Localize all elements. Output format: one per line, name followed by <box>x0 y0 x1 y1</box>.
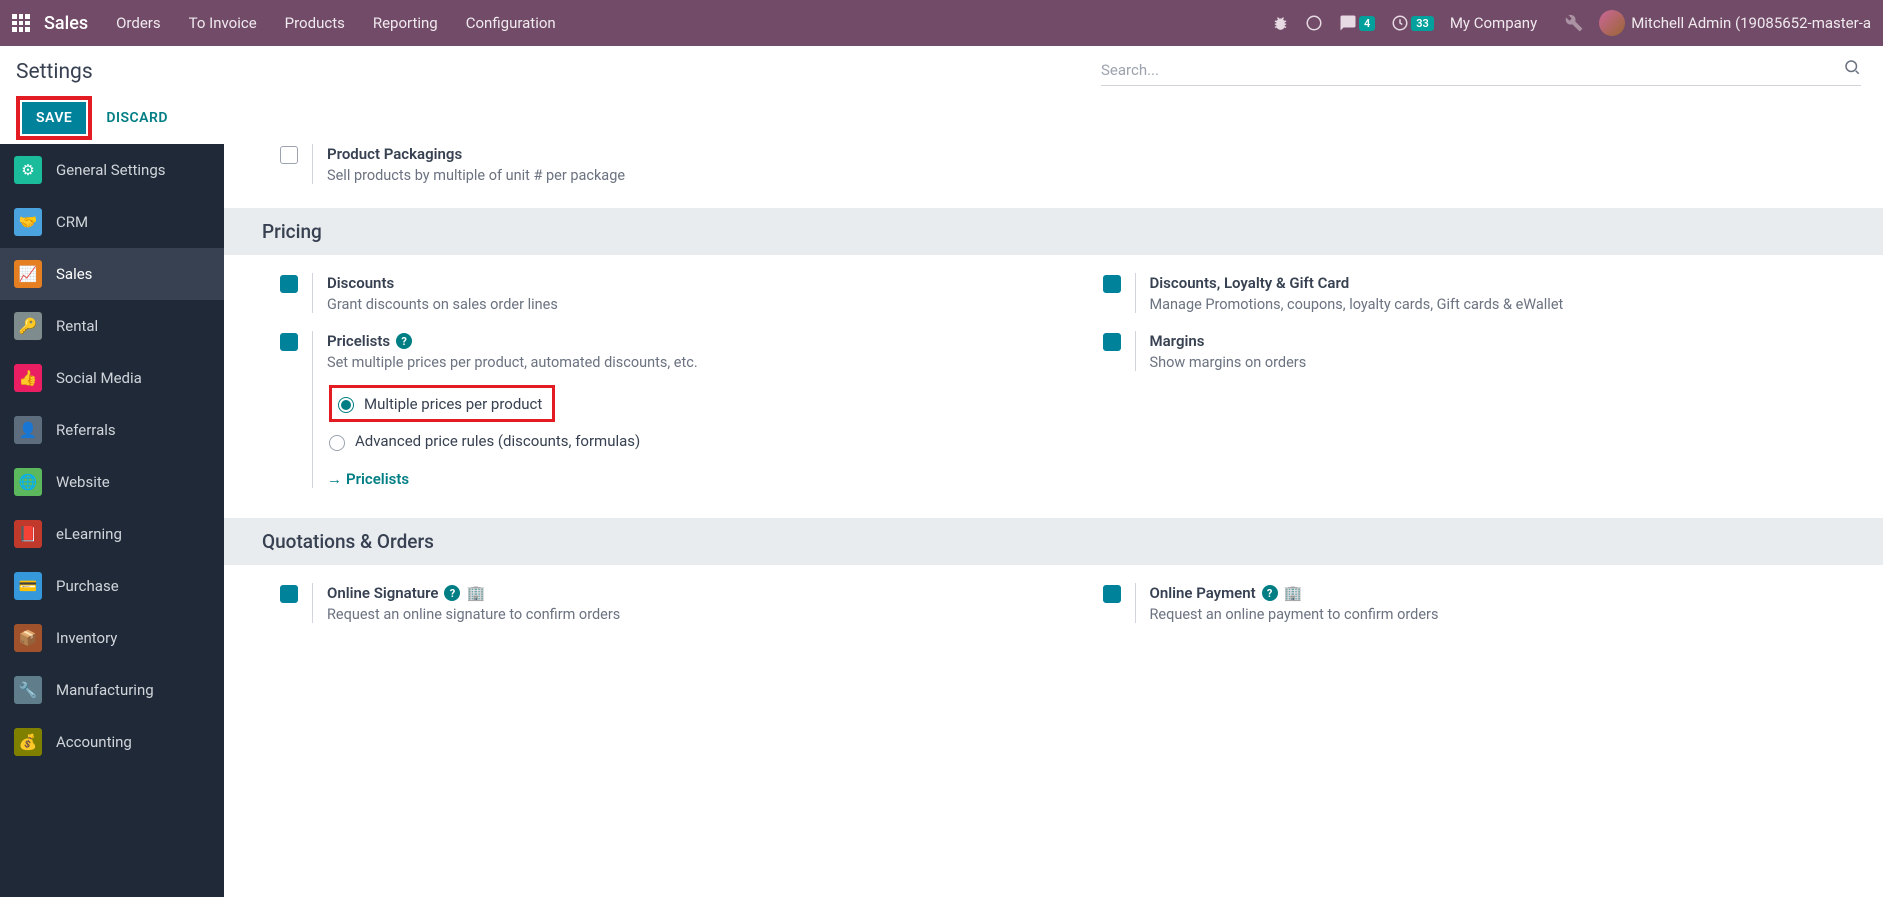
tools-icon[interactable] <box>1565 14 1583 32</box>
checkbox-packagings[interactable] <box>280 146 298 164</box>
setting-loyalty: Discounts, Loyalty & Gift Card Manage Pr… <box>1103 273 1846 313</box>
sidebar-item-sales[interactable]: 📈Sales <box>0 248 224 300</box>
control-panel: Settings SAVE DISCARD <box>0 46 1883 144</box>
sidebar-item-elearning[interactable]: 📕eLearning <box>0 508 224 560</box>
nav-products[interactable]: Products <box>285 14 345 32</box>
avatar <box>1599 10 1625 36</box>
sidebar-item-inventory[interactable]: 📦Inventory <box>0 612 224 664</box>
pricelists-link[interactable]: → Pricelists <box>327 470 409 488</box>
card-icon: 💳 <box>14 572 42 600</box>
checkbox-pricelists[interactable] <box>280 333 298 351</box>
globe-icon: 🌐 <box>14 468 42 496</box>
checkbox-discounts[interactable] <box>280 275 298 293</box>
sidebar-item-rental[interactable]: 🔑Rental <box>0 300 224 352</box>
setting-title: Product Packagings <box>327 145 462 163</box>
bug-icon[interactable] <box>1272 15 1289 32</box>
discard-button[interactable]: DISCARD <box>102 102 172 134</box>
section-quotations: Quotations & Orders <box>224 518 1883 565</box>
setting-packagings: Product Packagings Sell products by mult… <box>280 144 1845 184</box>
search-icon[interactable] <box>1843 58 1861 81</box>
nav-to-invoice[interactable]: To Invoice <box>189 14 257 32</box>
checkbox-online-payment[interactable] <box>1103 585 1121 603</box>
support-icon[interactable] <box>1305 14 1323 32</box>
setting-online-payment: Online Payment ? 🏢 Request an online pay… <box>1103 583 1846 623</box>
radio-advanced-rules[interactable] <box>329 435 345 451</box>
person-icon: 👤 <box>14 416 42 444</box>
clock-icon[interactable]: 33 <box>1391 14 1434 32</box>
chat-badge: 4 <box>1359 16 1375 31</box>
checkbox-online-signature[interactable] <box>280 585 298 603</box>
page-title: Settings <box>16 60 93 84</box>
money-icon: 💰 <box>14 728 42 756</box>
arrow-right-icon: → <box>327 470 342 488</box>
setting-desc: Sell products by multiple of unit # per … <box>327 167 1845 184</box>
checkbox-margins[interactable] <box>1103 333 1121 351</box>
wrench-icon: 🔧 <box>14 676 42 704</box>
setting-discounts: Discounts Grant discounts on sales order… <box>280 273 1023 313</box>
sidebar-item-manufacturing[interactable]: 🔧Manufacturing <box>0 664 224 716</box>
setting-online-signature: Online Signature ? 🏢 Request an online s… <box>280 583 1023 623</box>
checkbox-loyalty[interactable] <box>1103 275 1121 293</box>
save-highlight: SAVE <box>16 96 92 140</box>
setting-pricelists: Pricelists ? Set multiple prices per pro… <box>280 331 1023 488</box>
sidebar-item-website[interactable]: 🌐Website <box>0 456 224 508</box>
book-icon: 📕 <box>14 520 42 548</box>
help-icon[interactable]: ? <box>1262 585 1278 601</box>
sidebar-item-social[interactable]: 👍Social Media <box>0 352 224 404</box>
sidebar-item-crm[interactable]: 🤝CRM <box>0 196 224 248</box>
clock-badge: 33 <box>1411 16 1434 31</box>
handshake-icon: 🤝 <box>14 208 42 236</box>
radio-multiple-prices[interactable] <box>338 397 354 413</box>
sidebar-item-general[interactable]: ⚙General Settings <box>0 144 224 196</box>
radio-highlight: Multiple prices per product <box>329 385 555 422</box>
building-icon[interactable]: 🏢 <box>1284 584 1303 602</box>
key-icon: 🔑 <box>14 312 42 340</box>
search-input[interactable] <box>1101 61 1843 79</box>
nav-reporting[interactable]: Reporting <box>373 14 438 32</box>
apps-icon[interactable] <box>12 14 30 32</box>
settings-sidebar: ⚙General Settings 🤝CRM 📈Sales 🔑Rental 👍S… <box>0 144 224 897</box>
help-icon[interactable]: ? <box>444 585 460 601</box>
chat-icon[interactable]: 4 <box>1339 14 1375 32</box>
search-bar[interactable] <box>1101 58 1861 86</box>
save-button[interactable]: SAVE <box>22 102 86 134</box>
thumbs-up-icon: 👍 <box>14 364 42 392</box>
settings-content: Product Packagings Sell products by mult… <box>224 144 1883 897</box>
setting-margins: Margins Show margins on orders <box>1103 331 1846 488</box>
app-brand[interactable]: Sales <box>44 13 88 34</box>
box-icon: 📦 <box>14 624 42 652</box>
building-icon[interactable]: 🏢 <box>466 584 485 602</box>
user-menu[interactable]: Mitchell Admin (19085652-master-a <box>1599 10 1871 36</box>
help-icon[interactable]: ? <box>396 333 412 349</box>
user-name: Mitchell Admin (19085652-master-a <box>1631 14 1871 32</box>
sidebar-item-accounting[interactable]: 💰Accounting <box>0 716 224 768</box>
chart-icon: 📈 <box>14 260 42 288</box>
sidebar-item-referrals[interactable]: 👤Referrals <box>0 404 224 456</box>
sidebar-item-purchase[interactable]: 💳Purchase <box>0 560 224 612</box>
company-switcher[interactable]: My Company <box>1450 14 1537 32</box>
nav-configuration[interactable]: Configuration <box>466 14 556 32</box>
section-pricing: Pricing <box>224 208 1883 255</box>
nav-orders[interactable]: Orders <box>116 14 161 32</box>
top-navbar: Sales Orders To Invoice Products Reporti… <box>0 0 1883 46</box>
gear-icon: ⚙ <box>14 156 42 184</box>
radio-advanced-rules-row[interactable]: Advanced price rules (discounts, formula… <box>329 432 1023 451</box>
